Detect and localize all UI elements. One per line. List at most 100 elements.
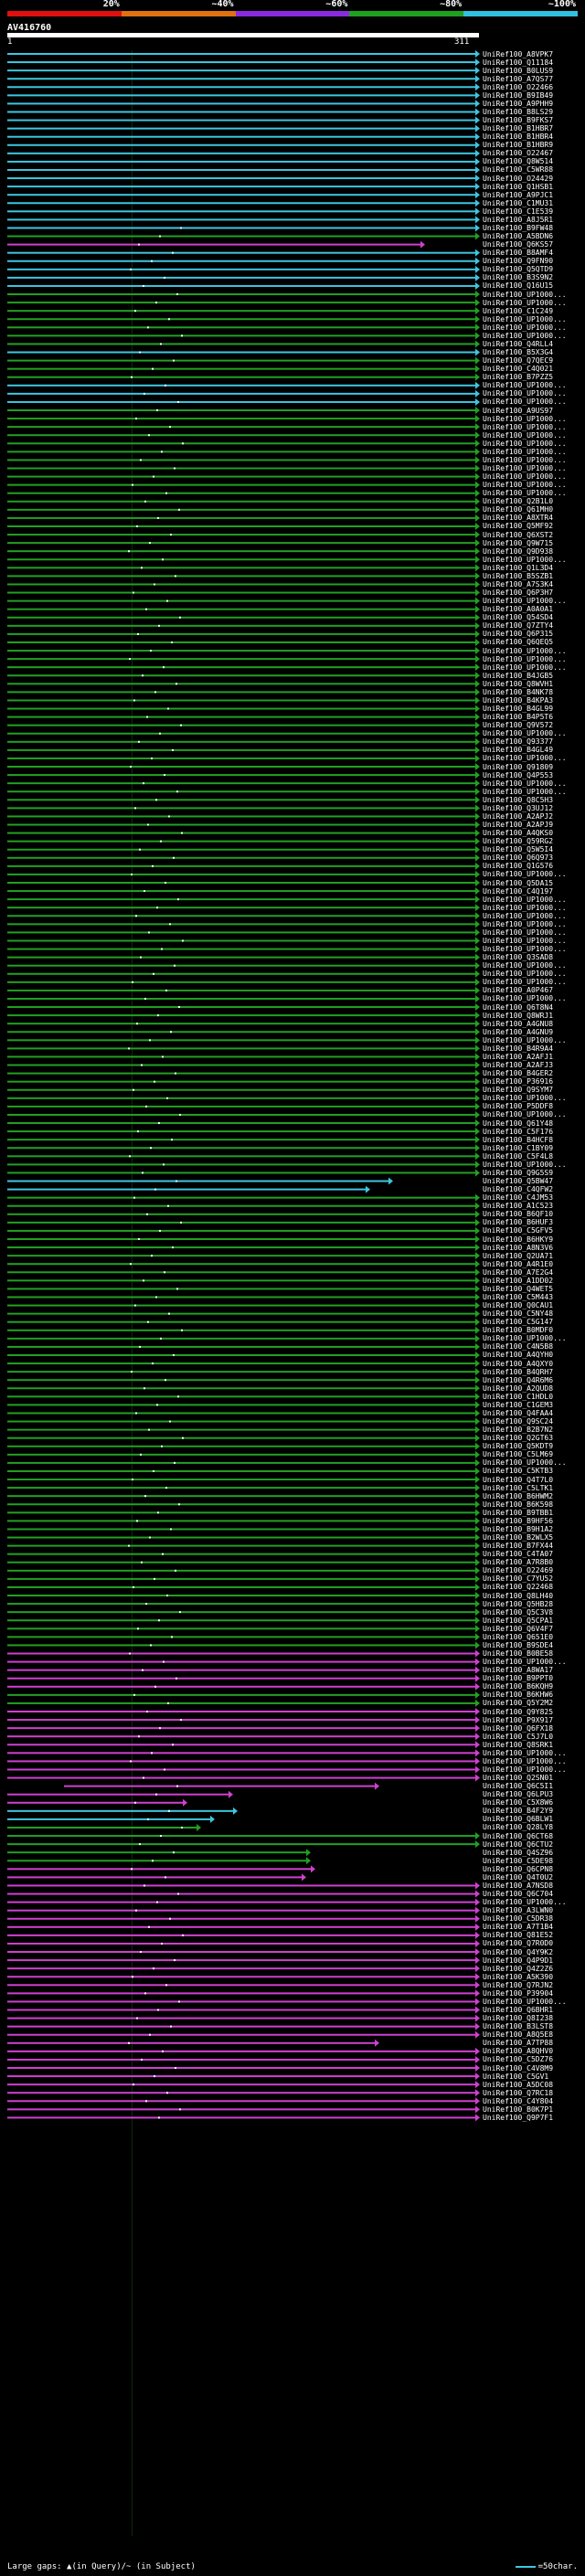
hit-label[interactable]: UniRef100_C4Q021 [483,365,583,373]
hit-label[interactable]: UniRef100_UP1000... [483,1757,583,1765]
hit-alignment[interactable] [7,1658,480,1666]
hit-alignment[interactable] [7,1666,480,1674]
hit-label[interactable]: UniRef100_Q59RG2 [483,837,583,845]
hit-label[interactable]: UniRef100_A9PJC1 [483,191,583,199]
hit-label[interactable]: UniRef100_Q9V572 [483,721,583,729]
hit-label[interactable]: UniRef100_A8J5R1 [483,216,583,224]
hit-label[interactable]: UniRef100_C1C249 [483,307,583,315]
hit-alignment[interactable] [7,273,480,281]
hit-label[interactable]: UniRef100_Q7RJN2 [483,1981,583,1989]
hit-alignment[interactable] [7,481,480,489]
hit-alignment[interactable] [7,837,480,845]
hit-alignment[interactable] [7,1136,480,1144]
hit-alignment[interactable] [7,497,480,505]
hit-label[interactable]: UniRef100_Q4P9D1 [483,1956,583,1965]
hit-label[interactable]: UniRef100_UP1000... [483,655,583,663]
hit-label[interactable]: UniRef100_B5X3G4 [483,348,583,356]
hit-label[interactable]: UniRef100_B0BE58 [483,1649,583,1658]
hit-alignment[interactable] [7,1525,480,1533]
hit-label[interactable]: UniRef100_C4Y804 [483,2097,583,2105]
hit-alignment[interactable] [7,2047,480,2055]
hit-alignment[interactable] [7,1890,480,1898]
hit-alignment[interactable] [7,1484,480,1492]
hit-alignment[interactable] [7,1566,480,1574]
hit-alignment[interactable] [7,647,480,655]
hit-alignment[interactable] [7,1492,480,1500]
hit-alignment[interactable] [7,1086,480,1094]
hit-alignment[interactable] [7,845,480,853]
hit-alignment[interactable] [7,2064,480,2072]
hit-label[interactable]: UniRef100_B3S9N2 [483,273,583,281]
hit-label[interactable]: UniRef100_Q6BLW1 [483,1815,583,1823]
hit-label[interactable]: UniRef100_UP1000... [483,597,583,605]
hit-alignment[interactable] [7,705,480,713]
hit-alignment[interactable] [7,348,480,356]
hit-alignment[interactable] [7,638,480,646]
hit-label[interactable]: UniRef100_A5BDN6 [483,232,583,240]
hit-label[interactable]: UniRef100_C5NY48 [483,1309,583,1318]
hit-alignment[interactable] [7,431,480,440]
hit-label[interactable]: UniRef100_Q4T0U2 [483,1873,583,1882]
hit-alignment[interactable] [64,1782,379,1790]
hit-label[interactable]: UniRef100_UP1000... [483,1998,583,2006]
hit-alignment[interactable] [7,804,480,812]
hit-alignment[interactable] [7,505,480,514]
hit-label[interactable]: UniRef100_Q4SZ96 [483,1849,583,1857]
hit-alignment[interactable] [7,597,480,605]
hit-alignment[interactable] [7,216,480,224]
hit-label[interactable]: UniRef100_B9IB49 [483,91,583,100]
hit-label[interactable]: UniRef100_C1HDL0 [483,1393,583,1401]
hit-alignment[interactable] [7,961,480,970]
hit-label[interactable]: UniRef100_Q5DA15 [483,879,583,887]
hit-alignment[interactable] [7,514,480,522]
hit-alignment[interactable] [7,249,480,257]
hit-label[interactable]: UniRef100_A1C523 [483,1202,583,1210]
hit-label[interactable]: UniRef100_B4NK78 [483,688,583,696]
hit-label[interactable]: UniRef100_Q9FN90 [483,257,583,265]
hit-label[interactable]: UniRef100_B9HF56 [483,1517,583,1525]
hit-alignment[interactable] [7,1500,480,1509]
hit-alignment[interactable] [7,1334,480,1342]
hit-alignment[interactable] [7,737,480,746]
hit-alignment[interactable] [7,464,480,472]
hit-label[interactable]: UniRef100_Q54SD4 [483,613,583,621]
hit-label[interactable]: UniRef100_Q7RC18 [483,2089,583,2097]
hit-alignment[interactable] [7,1235,480,1244]
hit-alignment[interactable] [7,2039,379,2047]
hit-alignment[interactable] [7,672,480,680]
hit-label[interactable]: UniRef100_Q1G576 [483,862,583,870]
hit-label[interactable]: UniRef100_A7E2G4 [483,1268,583,1277]
hit-label[interactable]: UniRef100_A9US97 [483,407,583,415]
hit-label[interactable]: UniRef100_UP1000... [483,556,583,564]
hit-alignment[interactable] [7,1617,480,1625]
hit-alignment[interactable] [7,721,480,729]
hit-alignment[interactable] [7,1384,480,1393]
hit-label[interactable]: UniRef100_Q4Z2Z6 [483,1965,583,1973]
hit-label[interactable]: UniRef100_B2WLX5 [483,1533,583,1542]
hit-alignment[interactable] [7,630,480,638]
hit-label[interactable]: UniRef100_Q9D938 [483,547,583,556]
hit-alignment[interactable] [7,522,480,530]
hit-label[interactable]: UniRef100_Q8C5H3 [483,796,583,804]
hit-label[interactable]: UniRef100_B6HUF3 [483,1218,583,1226]
hit-label[interactable]: UniRef100_O22469 [483,1566,583,1574]
hit-alignment[interactable] [7,1393,480,1401]
hit-alignment[interactable] [7,1981,480,1989]
hit-alignment[interactable] [7,986,480,994]
hit-alignment[interactable] [7,663,480,672]
hit-label[interactable]: UniRef100_B8AMF4 [483,249,583,257]
hit-alignment[interactable] [7,1765,480,1774]
hit-label[interactable]: UniRef100_B6HKY9 [483,1235,583,1244]
hit-label[interactable]: UniRef100_A4QKS0 [483,829,583,837]
hit-label[interactable]: UniRef100_Q3UJ12 [483,804,583,812]
hit-label[interactable]: UniRef100_UP1000... [483,464,583,472]
hit-alignment[interactable] [7,489,480,497]
hit-alignment[interactable] [7,183,480,191]
hit-alignment[interactable] [7,556,480,564]
hit-alignment[interactable] [7,2055,480,2063]
hit-label[interactable]: UniRef100_UP1000... [483,779,583,788]
hit-alignment[interactable] [7,1434,480,1442]
hit-label[interactable]: UniRef100_C4N5B8 [483,1342,583,1351]
hit-alignment[interactable] [7,1865,315,1873]
hit-alignment[interactable] [7,265,480,273]
